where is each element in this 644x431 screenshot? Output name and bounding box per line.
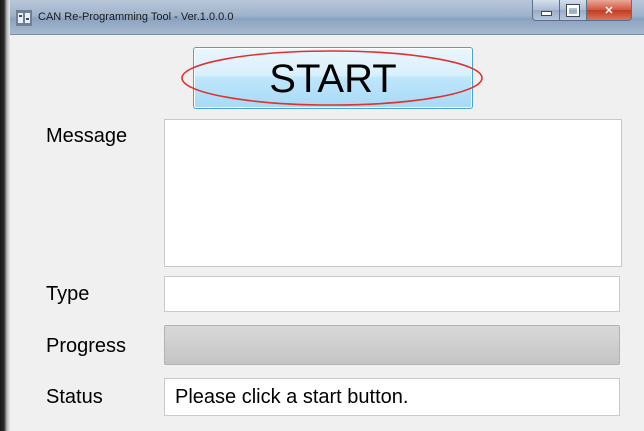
app-window: CAN Re-Programming Tool - Ver.1.0.0.0 ✕ … — [10, 0, 644, 431]
minimize-button[interactable] — [532, 0, 560, 21]
window-controls: ✕ — [532, 0, 632, 22]
start-button[interactable]: START — [193, 47, 473, 109]
progress-bar — [164, 325, 620, 365]
progress-label: Progress — [46, 335, 127, 357]
start-button-label: START — [269, 57, 397, 101]
close-button[interactable]: ✕ — [587, 0, 632, 21]
title-bar[interactable]: CAN Re-Programming Tool - Ver.1.0.0.0 ✕ — [10, 0, 644, 35]
maximize-button[interactable] — [560, 0, 587, 21]
maximize-icon — [567, 4, 579, 16]
message-box[interactable] — [164, 119, 622, 267]
status-label: Status — [46, 386, 103, 408]
app-icon — [16, 10, 32, 26]
close-icon: ✕ — [604, 4, 614, 17]
message-label: Message — [46, 125, 128, 147]
type-label: Type — [46, 283, 90, 305]
type-field[interactable] — [164, 276, 620, 312]
window-title: CAN Re-Programming Tool - Ver.1.0.0.0 — [38, 11, 234, 23]
background-window-edge — [0, 0, 10, 431]
status-field: Please click a start button. — [164, 378, 620, 416]
minimize-icon — [540, 10, 552, 16]
